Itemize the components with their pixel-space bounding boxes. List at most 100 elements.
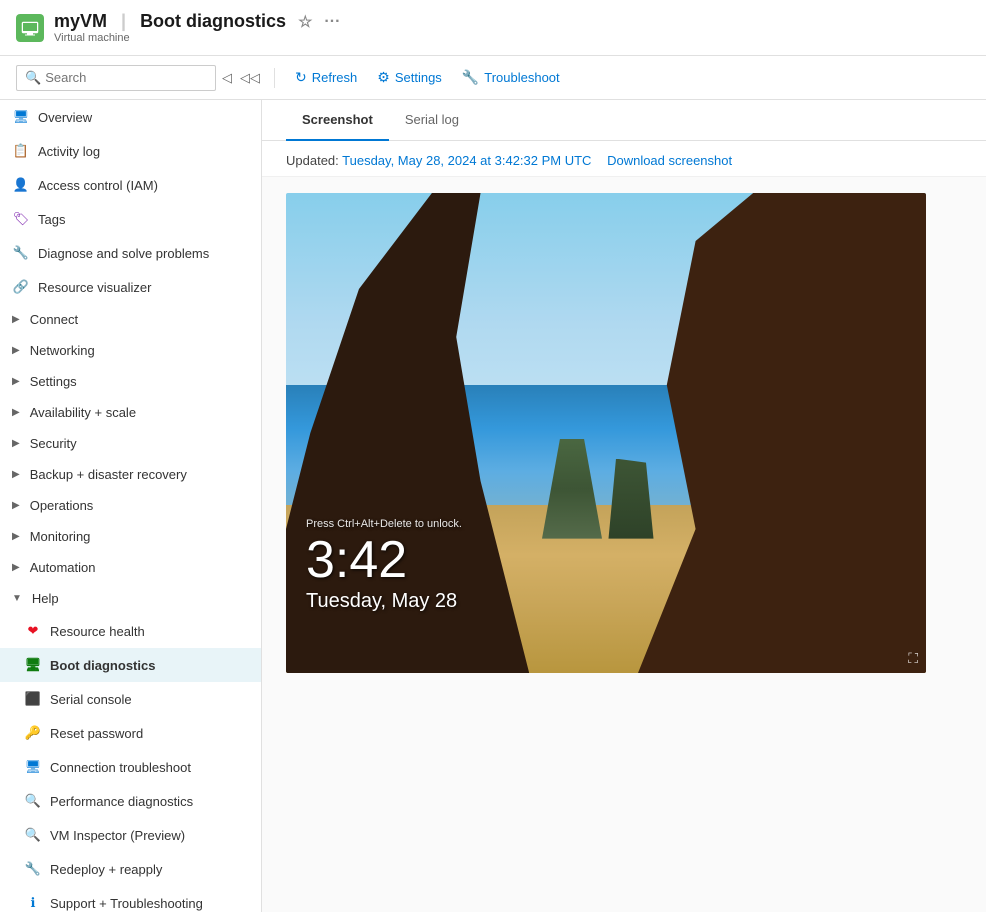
toolbar-separator bbox=[274, 68, 275, 88]
search-icon: 🔍 bbox=[25, 70, 41, 86]
updated-date: Tuesday, May 28, 2024 at 3:42:32 PM UTC bbox=[342, 153, 591, 168]
updated-info: Updated: Tuesday, May 28, 2024 at 3:42:3… bbox=[262, 141, 986, 177]
sidebar-item-reset-password[interactable]: 🔑 Reset password bbox=[0, 716, 261, 750]
refresh-icon: ↻ bbox=[295, 69, 307, 86]
vm-icon bbox=[16, 14, 44, 42]
sidebar-item-tags[interactable]: 🏷 Tags bbox=[0, 202, 261, 236]
sidebar-label-serial-console: Serial console bbox=[50, 692, 132, 707]
sidebar-item-boot-diagnostics[interactable]: 🖥 Boot diagnostics bbox=[0, 648, 261, 682]
updated-label: Updated: bbox=[286, 153, 339, 168]
monitoring-chevron: ▶ bbox=[12, 531, 20, 542]
sidebar-item-support-troubleshoot[interactable]: ℹ Support + Troubleshooting bbox=[0, 886, 261, 912]
sidebar-label-operations: Operations bbox=[30, 498, 94, 513]
sidebar-label-networking: Networking bbox=[30, 343, 95, 358]
tab-serial-log[interactable]: Serial log bbox=[389, 100, 475, 141]
sidebar: 🖥 Overview 📋 Activity log 👤 Access contr… bbox=[0, 100, 262, 912]
automation-chevron: ▶ bbox=[12, 562, 20, 573]
sidebar-label-redeploy-reapply: Redeploy + reapply bbox=[50, 862, 162, 877]
help-chevron: ▼ bbox=[12, 593, 22, 604]
screenshot-area: Press Ctrl+Alt+Delete to unlock. 3:42 Tu… bbox=[262, 177, 986, 689]
sidebar-label-connection-troubleshoot: Connection troubleshoot bbox=[50, 760, 191, 775]
sidebar-label-vm-inspector: VM Inspector (Preview) bbox=[50, 828, 185, 843]
sidebar-item-availability-scale[interactable]: ▶ Availability + scale bbox=[0, 397, 261, 428]
sidebar-item-monitoring[interactable]: ▶ Monitoring bbox=[0, 521, 261, 552]
sidebar-label-backup-recovery: Backup + disaster recovery bbox=[30, 467, 187, 482]
refresh-label: Refresh bbox=[312, 70, 358, 85]
sidebar-item-backup-recovery[interactable]: ▶ Backup + disaster recovery bbox=[0, 459, 261, 490]
redeploy-reapply-icon: 🔧 bbox=[24, 860, 42, 878]
sidebar-item-security[interactable]: ▶ Security bbox=[0, 428, 261, 459]
refresh-button[interactable]: ↻ Refresh bbox=[287, 64, 365, 91]
screenshot-corner-icon: ⛶ bbox=[908, 650, 918, 667]
sidebar-item-serial-console[interactable]: ⬛ Serial console bbox=[0, 682, 261, 716]
more-options-icon[interactable]: ··· bbox=[324, 13, 340, 31]
access-control-icon: 👤 bbox=[12, 176, 30, 194]
lock-press-text: Press Ctrl+Alt+Delete to unlock. bbox=[306, 518, 462, 530]
sidebar-label-diagnose: Diagnose and solve problems bbox=[38, 246, 209, 261]
sidebar-item-settings[interactable]: ▶ Settings bbox=[0, 366, 261, 397]
sidebar-item-resource-visualizer[interactable]: 🔗 Resource visualizer bbox=[0, 270, 261, 304]
sidebar-label-availability-scale: Availability + scale bbox=[30, 405, 136, 420]
connection-troubleshoot-icon: 🖥 bbox=[24, 758, 42, 776]
vm-subtitle: Virtual machine bbox=[54, 32, 340, 44]
sidebar-label-connect: Connect bbox=[30, 312, 78, 327]
vm-inspector-icon: 🔍 bbox=[24, 826, 42, 844]
diagnose-icon: 🔧 bbox=[12, 244, 30, 262]
tab-screenshot-label: Screenshot bbox=[302, 112, 373, 127]
screenshot-container: Press Ctrl+Alt+Delete to unlock. 3:42 Tu… bbox=[286, 193, 926, 673]
sidebar-item-access-control[interactable]: 👤 Access control (IAM) bbox=[0, 168, 261, 202]
sidebar-item-resource-health[interactable]: ❤ Resource health bbox=[0, 614, 261, 648]
sidebar-item-diagnose[interactable]: 🔧 Diagnose and solve problems bbox=[0, 236, 261, 270]
lock-date-display: Tuesday, May 28 bbox=[306, 590, 462, 613]
sidebar-label-performance-diagnostics: Performance diagnostics bbox=[50, 794, 193, 809]
header: myVM | Boot diagnostics ☆ ··· Virtual ma… bbox=[0, 0, 986, 56]
sidebar-item-automation[interactable]: ▶ Automation bbox=[0, 552, 261, 583]
title-divider: | bbox=[121, 11, 126, 32]
download-screenshot-link[interactable]: Download screenshot bbox=[607, 153, 732, 168]
sidebar-label-tags: Tags bbox=[38, 212, 65, 227]
backup-chevron: ▶ bbox=[12, 469, 20, 480]
settings-button[interactable]: ⚙ Settings bbox=[369, 64, 450, 91]
sidebar-item-help[interactable]: ▼ Help bbox=[0, 583, 261, 614]
tab-screenshot[interactable]: Screenshot bbox=[286, 100, 389, 141]
networking-chevron: ▶ bbox=[12, 345, 20, 356]
sidebar-label-settings: Settings bbox=[30, 374, 77, 389]
content-area: Screenshot Serial log Updated: Tuesday, … bbox=[262, 100, 986, 912]
sidebar-item-vm-inspector[interactable]: 🔍 VM Inspector (Preview) bbox=[0, 818, 261, 852]
activity-log-icon: 📋 bbox=[12, 142, 30, 160]
sidebar-label-support-troubleshoot: Support + Troubleshooting bbox=[50, 896, 203, 911]
settings-icon: ⚙ bbox=[377, 69, 390, 86]
tags-icon: 🏷 bbox=[12, 210, 30, 228]
favorite-icon[interactable]: ☆ bbox=[298, 12, 312, 32]
sidebar-label-monitoring: Monitoring bbox=[30, 529, 91, 544]
lock-time-display: 3:42 bbox=[306, 534, 462, 586]
operations-chevron: ▶ bbox=[12, 500, 20, 511]
security-chevron: ▶ bbox=[12, 438, 20, 449]
sidebar-item-performance-diagnostics[interactable]: 🔍 Performance diagnostics bbox=[0, 784, 261, 818]
search-box[interactable]: 🔍 bbox=[16, 65, 216, 91]
lock-screen-overlay: Press Ctrl+Alt+Delete to unlock. 3:42 Tu… bbox=[306, 518, 462, 613]
sidebar-label-help: Help bbox=[32, 591, 59, 606]
troubleshoot-button[interactable]: 🔧 Troubleshoot bbox=[454, 64, 568, 91]
sidebar-label-boot-diagnostics: Boot diagnostics bbox=[50, 658, 155, 673]
header-title: myVM | Boot diagnostics ☆ ··· Virtual ma… bbox=[54, 11, 340, 44]
resource-visualizer-icon: 🔗 bbox=[12, 278, 30, 296]
tab-serial-log-label: Serial log bbox=[405, 112, 459, 127]
sidebar-item-networking[interactable]: ▶ Networking bbox=[0, 335, 261, 366]
sidebar-item-operations[interactable]: ▶ Operations bbox=[0, 490, 261, 521]
sidebar-label-resource-visualizer: Resource visualizer bbox=[38, 280, 151, 295]
sidebar-item-redeploy-reapply[interactable]: 🔧 Redeploy + reapply bbox=[0, 852, 261, 886]
serial-console-icon: ⬛ bbox=[24, 690, 42, 708]
resource-health-icon: ❤ bbox=[24, 622, 42, 640]
sidebar-item-connection-troubleshoot[interactable]: 🖥 Connection troubleshoot bbox=[0, 750, 261, 784]
sidebar-label-reset-password: Reset password bbox=[50, 726, 143, 741]
sidebar-item-activity-log[interactable]: 📋 Activity log bbox=[0, 134, 261, 168]
search-input[interactable] bbox=[45, 70, 207, 85]
overview-icon: 🖥 bbox=[12, 108, 30, 126]
sidebar-item-overview[interactable]: 🖥 Overview bbox=[0, 100, 261, 134]
sidebar-item-connect[interactable]: ▶ Connect bbox=[0, 304, 261, 335]
boot-diagnostics-icon: 🖥 bbox=[24, 656, 42, 674]
sidebar-label-resource-health: Resource health bbox=[50, 624, 145, 639]
nav-back2-icon[interactable]: ◁◁ bbox=[240, 70, 260, 86]
nav-back-icon[interactable]: ◁ bbox=[222, 70, 232, 86]
